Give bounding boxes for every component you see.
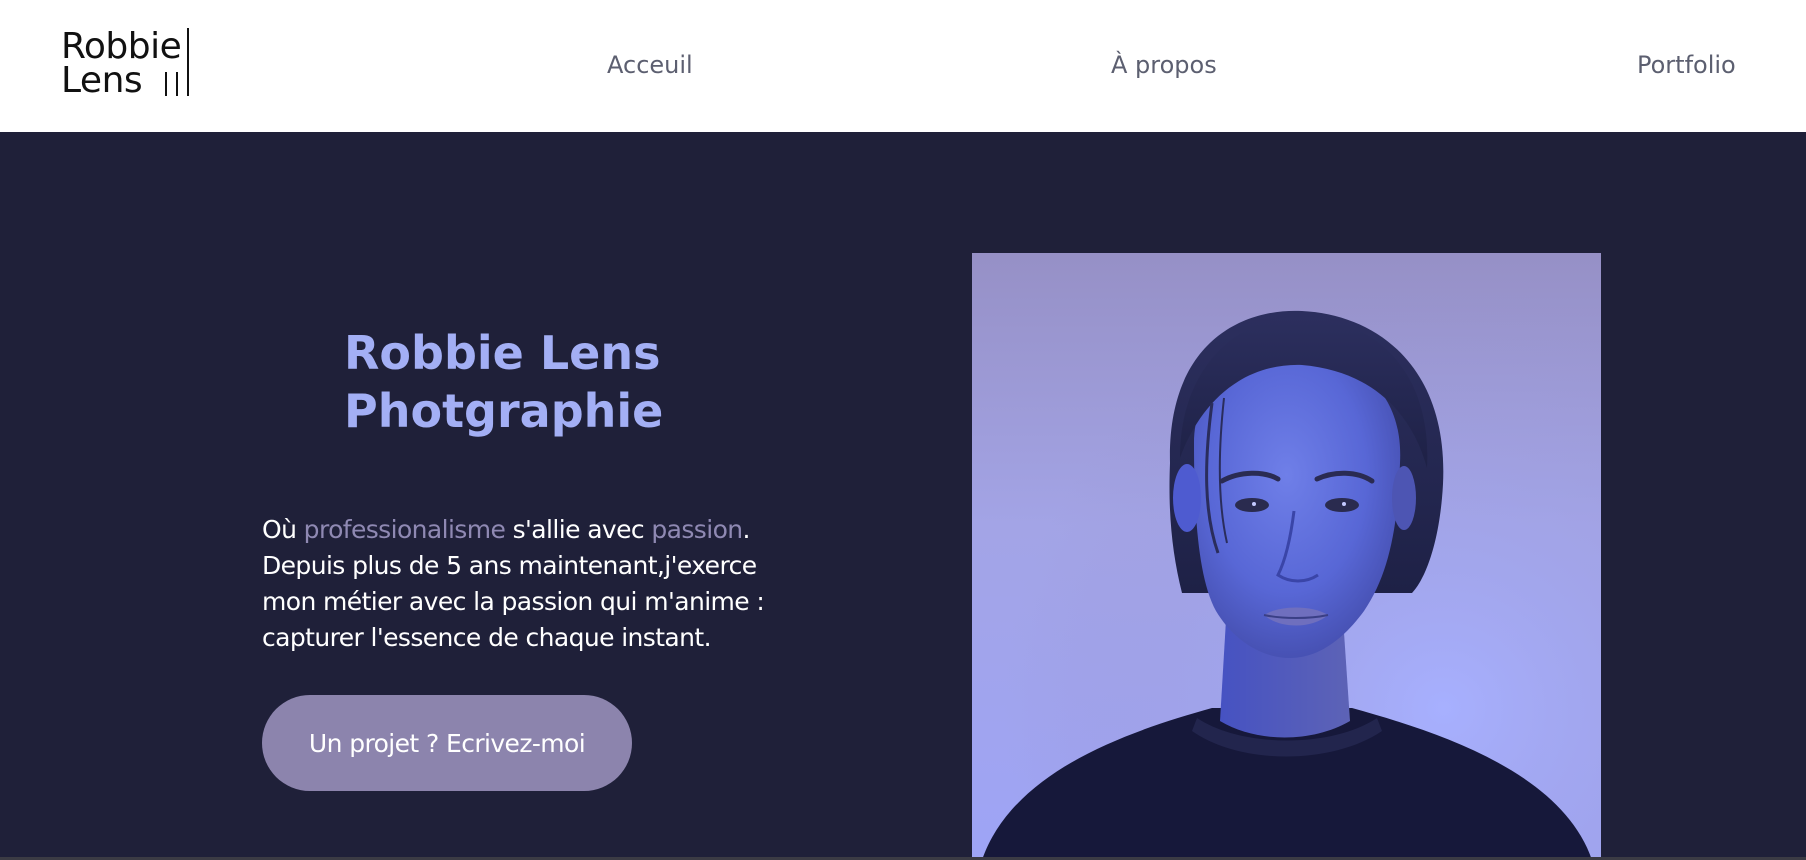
desc-text-1: Où — [262, 515, 304, 544]
brand-logo[interactable]: Robbie Lens — [61, 26, 191, 101]
site-header: Robbie Lens Acceuil À propos Portfolio — [0, 0, 1806, 132]
logo-text-line-2: Lens — [61, 60, 143, 101]
logo-bar-tall — [187, 28, 189, 96]
portrait-photo — [972, 253, 1601, 860]
hero-description: Où professionalisme s'allie avec passion… — [262, 512, 782, 656]
hero-section: Robbie Lens Photgraphie Où professionali… — [0, 132, 1806, 860]
nav-link-acceuil[interactable]: Acceuil — [607, 51, 693, 79]
desc-text-2: s'allie avec — [505, 515, 652, 544]
hero-title: Robbie Lens Photgraphie — [344, 324, 784, 440]
portrait-illustration — [972, 253, 1601, 860]
contact-cta-button[interactable]: Un projet ? Ecrivez-moi — [262, 695, 632, 791]
hero-title-line-1: Robbie Lens — [344, 326, 661, 380]
hero-title-line-2: Photgraphie — [344, 384, 664, 438]
desc-highlight-professionalisme: professionalisme — [303, 515, 506, 544]
nav-link-a-propos[interactable]: À propos — [1111, 51, 1217, 79]
nav-link-portfolio[interactable]: Portfolio — [1637, 51, 1736, 79]
desc-highlight-passion: passion — [651, 515, 743, 544]
logo-bar-mid — [176, 72, 178, 96]
logo-text-line-1: Robbie — [61, 26, 182, 67]
logo-bar-short — [165, 72, 167, 96]
